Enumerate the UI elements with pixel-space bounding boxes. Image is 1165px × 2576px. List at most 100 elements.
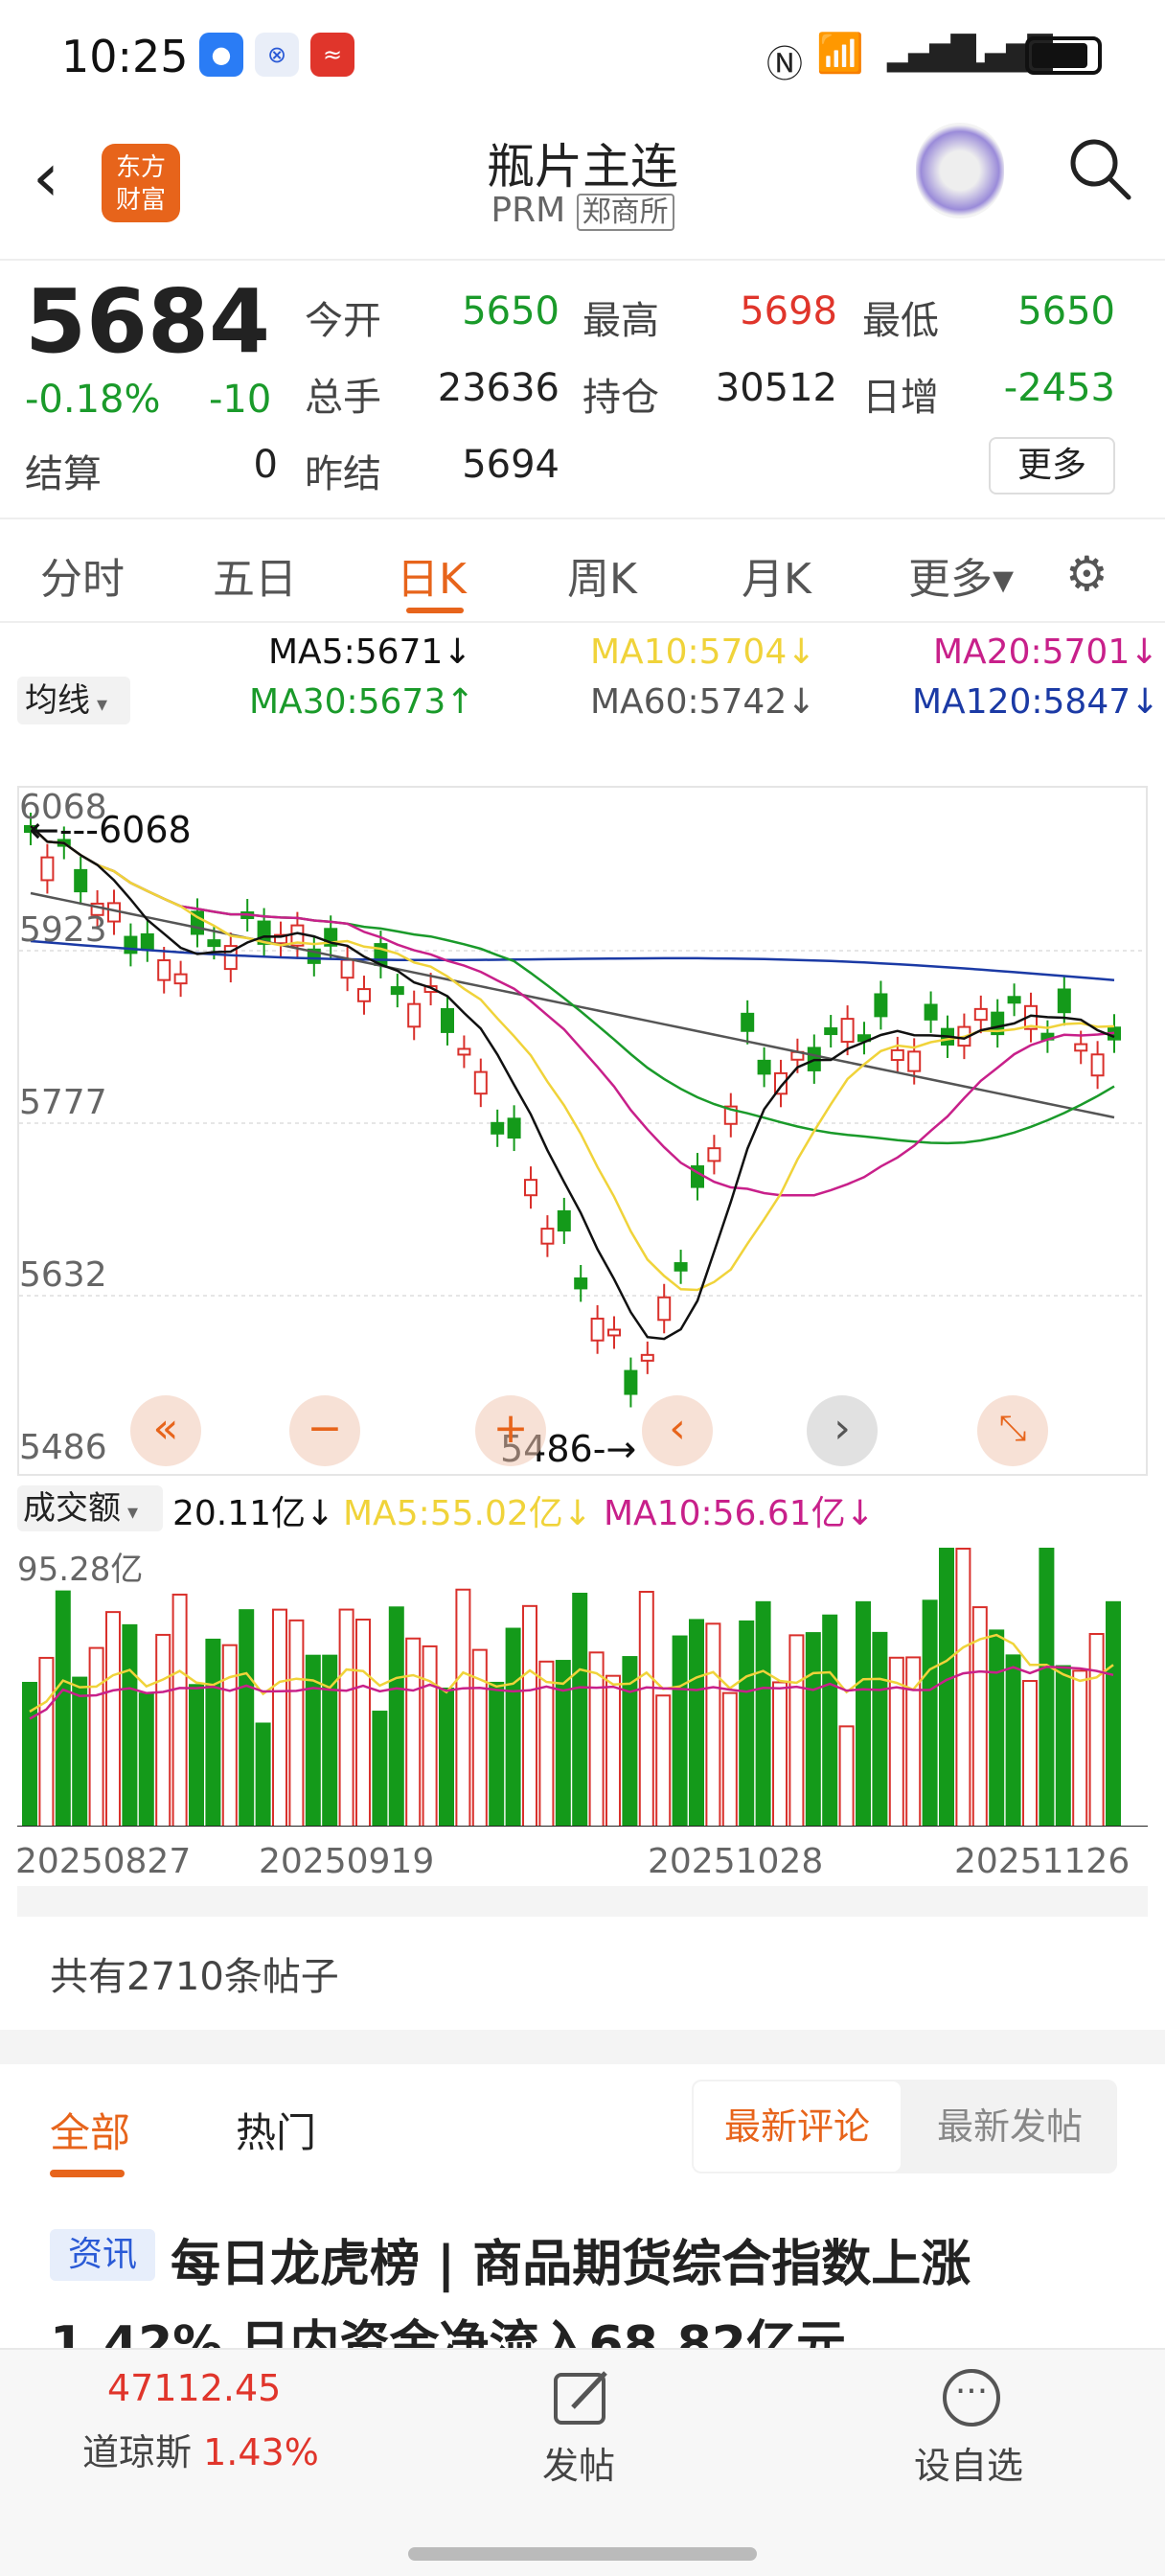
nfc-icon: Ⓝ bbox=[766, 43, 804, 85]
candle bbox=[624, 1369, 638, 1395]
volume-selector-dropdown[interactable]: 成交额 ▾ bbox=[17, 1485, 163, 1531]
volume-bar bbox=[922, 1599, 938, 1827]
volume-bar bbox=[455, 1588, 471, 1827]
volume-value-label: 20.11亿↓ bbox=[172, 1494, 335, 1533]
volume-bar bbox=[38, 1656, 55, 1827]
volume-bar bbox=[739, 1620, 755, 1827]
candle bbox=[40, 856, 55, 882]
volume-bar bbox=[872, 1631, 888, 1827]
ma10-label: MA10:5704↓ bbox=[590, 632, 816, 672]
volume-bar bbox=[239, 1609, 255, 1827]
volume-bar bbox=[705, 1622, 721, 1827]
tab-hot-posts[interactable]: 热门 bbox=[236, 2101, 316, 2159]
kline-chart[interactable]: 6068 5923 5777 5632 5486 ←---6068 5486-→… bbox=[17, 786, 1148, 1476]
kline-svg bbox=[19, 813, 1146, 1408]
chart-bottom-strip bbox=[17, 1886, 1148, 1917]
volume-bar bbox=[1072, 1669, 1088, 1827]
sort-toggle: 最新评论 最新发帖 bbox=[692, 2080, 1117, 2174]
low-value: 5650 bbox=[1017, 289, 1115, 334]
candle bbox=[124, 935, 138, 954]
volume-bar bbox=[72, 1676, 88, 1827]
exchange-badge: 郑商所 bbox=[576, 194, 674, 231]
candle bbox=[140, 932, 154, 950]
volume-bar bbox=[122, 1623, 138, 1827]
zoom-out-icon[interactable]: − bbox=[289, 1395, 360, 1466]
robot-assistant-icon[interactable] bbox=[916, 123, 1004, 218]
volume-bar bbox=[355, 1618, 371, 1827]
volume-selector-label: 成交额 bbox=[23, 1489, 121, 1528]
tab-all-posts[interactable]: 全部 bbox=[50, 2101, 130, 2159]
tab-daily-k[interactable]: 日K bbox=[397, 544, 467, 606]
y-label-2: 5923 bbox=[19, 910, 107, 950]
tab-intraday[interactable]: 分时 bbox=[40, 544, 125, 606]
ma10-line bbox=[30, 825, 1115, 1292]
ma-selector-dropdown[interactable]: 均线 ▾ bbox=[17, 677, 130, 724]
candle bbox=[357, 988, 371, 1002]
ma5-label: MA5:5671↓ bbox=[268, 632, 472, 672]
volume-bar bbox=[288, 1619, 305, 1827]
settings-gear-icon[interactable]: ⚙ bbox=[1065, 546, 1108, 602]
volume-bar bbox=[439, 1687, 454, 1827]
settle-value: 0 bbox=[253, 443, 278, 487]
candle bbox=[973, 1007, 988, 1022]
active-tab-indicator bbox=[406, 608, 464, 613]
volume-bar bbox=[221, 1644, 238, 1827]
prev-settle-label: 昨结 bbox=[305, 452, 381, 496]
candle bbox=[707, 1147, 721, 1162]
edit-post-icon[interactable] bbox=[552, 2369, 613, 2426]
tab-five-day[interactable]: 五日 bbox=[213, 544, 297, 606]
tab-weekly-k[interactable]: 周K bbox=[567, 544, 637, 606]
signal-icon: ▂▄▆█ bbox=[887, 34, 976, 73]
post-button[interactable]: 发帖 bbox=[542, 2436, 615, 2489]
candle bbox=[1007, 996, 1021, 1004]
candle bbox=[207, 939, 221, 948]
tab-more[interactable]: 更多▾ bbox=[908, 544, 1014, 606]
last-price: 5684 bbox=[25, 270, 271, 373]
add-watchlist-button[interactable]: 设自选 bbox=[914, 2436, 1023, 2489]
volume-bar bbox=[989, 1629, 1005, 1827]
search-icon[interactable] bbox=[1067, 136, 1131, 200]
volume-svg bbox=[17, 1548, 1148, 1827]
volume-bar bbox=[1039, 1548, 1055, 1827]
candle bbox=[557, 1209, 571, 1232]
battery-icon bbox=[1025, 36, 1102, 75]
volume-bar bbox=[856, 1600, 871, 1827]
ma30-line bbox=[30, 825, 1115, 1145]
tab-monthly-k[interactable]: 月K bbox=[742, 544, 811, 606]
volume-bar bbox=[155, 1633, 171, 1827]
scroll-left-icon[interactable]: ‹ bbox=[642, 1395, 713, 1466]
candle bbox=[340, 958, 354, 979]
date-label-1: 20250827 bbox=[15, 1842, 192, 1881]
zoom-in-icon[interactable]: + bbox=[475, 1395, 546, 1466]
sort-latest-post[interactable]: 最新发帖 bbox=[904, 2082, 1115, 2172]
volume-ma5-label: MA5:55.02亿↓ bbox=[343, 1494, 592, 1533]
more-quote-button[interactable]: 更多 bbox=[989, 437, 1115, 494]
candle bbox=[607, 1328, 621, 1337]
candle bbox=[491, 1121, 505, 1135]
home-indicator bbox=[408, 2547, 757, 2561]
headline-line-1[interactable]: 每日龙虎榜 | 商品期货综合指数上涨 bbox=[171, 2223, 971, 2295]
volume-bar bbox=[88, 1646, 104, 1827]
volume-label: 总手 bbox=[305, 376, 381, 420]
ma-legend: MA5:5671↓ MA10:5704↓ MA20:5701↓ 均线 ▾ MA3… bbox=[0, 623, 1165, 738]
volume-bar bbox=[338, 1608, 354, 1827]
scroll-left-fast-icon[interactable]: « bbox=[130, 1395, 201, 1466]
volume-chart: 95.28亿 bbox=[17, 1539, 1148, 1827]
volume-bar bbox=[638, 1591, 654, 1827]
volume-bar bbox=[22, 1682, 37, 1827]
volume-bar bbox=[422, 1644, 438, 1827]
volume-ma10-label: MA10:56.61亿↓ bbox=[604, 1494, 875, 1533]
more-options-icon[interactable]: ··· bbox=[943, 2369, 1000, 2426]
section-divider bbox=[0, 2030, 1165, 2064]
dow-index-value[interactable]: 47112.45 bbox=[107, 2367, 281, 2409]
change-percent: -0.18% bbox=[25, 378, 161, 422]
scroll-right-icon[interactable]: › bbox=[807, 1395, 878, 1466]
volume-bar bbox=[1055, 1665, 1071, 1827]
sort-latest-comment[interactable]: 最新评论 bbox=[694, 2082, 901, 2172]
wifi-icon: 📶 bbox=[816, 32, 864, 76]
fullscreen-icon[interactable]: ⤡ bbox=[977, 1395, 1048, 1466]
candle bbox=[924, 1003, 938, 1021]
candle bbox=[390, 986, 404, 996]
candle bbox=[657, 1296, 672, 1322]
dow-index-name[interactable]: 道琼斯 1.43% bbox=[82, 2423, 319, 2475]
